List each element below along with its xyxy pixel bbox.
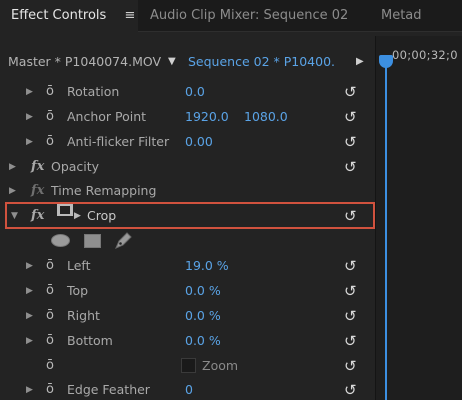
property-row-rotation: ▶ ō Rotation 0.0 ↺ xyxy=(0,80,375,104)
mask-dropdown-icon[interactable]: ▶ xyxy=(74,204,81,228)
panel-menu-icon[interactable]: ≡ xyxy=(124,0,135,32)
reset-parameter-icon[interactable]: ↺ xyxy=(344,354,357,378)
effect-label: Time Remapping xyxy=(51,183,157,198)
property-value[interactable]: 0.0 xyxy=(185,80,205,104)
expand-triangle-icon[interactable]: ▶ xyxy=(26,105,33,129)
effect-row-opacity: ▶ fx Opacity ↺ xyxy=(0,155,375,179)
effect-row-time-remapping: ▶ fx Time Remapping xyxy=(0,179,375,203)
property-label: Anchor Point xyxy=(67,109,147,124)
tab-effect-controls[interactable]: Effect Controls ≡ xyxy=(0,0,138,32)
stopwatch-icon[interactable]: ō xyxy=(46,378,54,400)
expand-triangle-icon[interactable]: ▶ xyxy=(26,304,33,328)
property-value[interactable]: 19.0 % xyxy=(185,254,229,278)
expand-triangle-icon[interactable]: ▶ xyxy=(26,378,33,400)
property-label: Anti-flicker Filter xyxy=(67,134,170,149)
property-label: Left xyxy=(67,258,91,273)
fx-toggle-icon[interactable]: fx xyxy=(31,179,44,203)
ellipse-mask-icon[interactable] xyxy=(51,234,70,247)
expand-triangle-icon[interactable]: ▶ xyxy=(26,329,33,353)
expand-triangle-icon[interactable]: ▶ xyxy=(26,130,33,154)
property-label: Edge Feather xyxy=(67,382,150,397)
collapse-triangle-icon[interactable]: ▼ xyxy=(11,204,18,228)
reset-parameter-icon[interactable]: ↺ xyxy=(344,130,357,154)
pen-mask-icon[interactable] xyxy=(113,231,133,251)
expand-triangle-icon[interactable]: ▶ xyxy=(26,279,33,303)
show-timeline-toggle-icon[interactable]: ▶ xyxy=(356,48,364,76)
effect-label: Crop xyxy=(87,208,117,223)
stopwatch-icon[interactable]: ō xyxy=(46,80,54,104)
reset-parameter-icon[interactable]: ↺ xyxy=(344,80,357,104)
reset-parameter-icon[interactable]: ↺ xyxy=(344,105,357,129)
stopwatch-icon[interactable]: ō xyxy=(46,279,54,303)
property-row-left: ▶ ō Left 19.0 % ↺ xyxy=(0,254,375,278)
stopwatch-icon[interactable]: ō xyxy=(46,304,54,328)
property-row-zoom: ō Zoom ↺ xyxy=(0,354,375,378)
property-row-top: ▶ ō Top 0.0 % ↺ xyxy=(0,279,375,303)
expand-triangle-icon[interactable]: ▶ xyxy=(26,80,33,104)
property-value[interactable]: 0.0 % xyxy=(185,279,221,303)
tab-audio-clip-mixer[interactable]: Audio Clip Mixer: Sequence 02 xyxy=(150,0,368,32)
reset-effect-icon[interactable]: ↺ xyxy=(344,204,357,228)
tab-metadata[interactable]: Metad xyxy=(381,0,462,32)
property-row-anchor-point: ▶ ō Anchor Point 1920.0 1080.0 ↺ xyxy=(0,105,375,129)
expand-triangle-icon[interactable]: ▶ xyxy=(9,155,16,179)
stopwatch-icon[interactable]: ō xyxy=(46,254,54,278)
fx-toggle-icon[interactable]: fx xyxy=(31,155,44,179)
stopwatch-icon[interactable]: ō xyxy=(46,329,54,353)
sequence-dropdown-icon[interactable]: ▼ xyxy=(168,48,176,76)
property-row-edge-feather: ▶ ō Edge Feather 0 ↺ xyxy=(0,378,375,400)
expand-triangle-icon[interactable]: ▶ xyxy=(26,254,33,278)
effect-row-crop: ▼ fx ▶ Crop ↺ xyxy=(0,204,375,228)
panel-tab-bar: Effect Controls ≡ Audio Clip Mixer: Sequ… xyxy=(0,0,462,32)
fx-toggle-icon[interactable]: fx xyxy=(31,204,44,228)
sequence-clip-label[interactable]: Sequence 02 * P10400... xyxy=(188,48,334,76)
reset-parameter-icon[interactable]: ↺ xyxy=(344,279,357,303)
rectangle-mask-icon[interactable] xyxy=(84,234,101,248)
reset-parameter-icon[interactable]: ↺ xyxy=(344,304,357,328)
property-value[interactable]: 0.0 % xyxy=(185,304,221,328)
property-label: Rotation xyxy=(67,84,120,99)
property-value[interactable]: 0.0 % xyxy=(185,329,221,353)
property-row-bottom: ▶ ō Bottom 0.0 % ↺ xyxy=(0,329,375,353)
master-clip-label[interactable]: Master * P1040074.MOV xyxy=(8,48,161,76)
property-row-anti-flicker: ▶ ō Anti-flicker Filter 0.00 ↺ xyxy=(0,130,375,154)
expand-triangle-icon[interactable]: ▶ xyxy=(9,179,16,203)
reset-effect-icon[interactable]: ↺ xyxy=(344,155,357,179)
property-label: Top xyxy=(67,283,89,298)
zoom-label: Zoom xyxy=(202,358,239,373)
tab-effect-controls-label: Effect Controls xyxy=(11,8,107,23)
mask-icon[interactable] xyxy=(57,204,73,216)
reset-parameter-icon[interactable]: ↺ xyxy=(344,378,357,400)
clip-header: Master * P1040074.MOV ▼ Sequence 02 * P1… xyxy=(0,48,372,76)
playhead-line[interactable] xyxy=(385,66,387,400)
anchor-x-value[interactable]: 1920.0 xyxy=(185,105,229,129)
stopwatch-icon[interactable]: ō xyxy=(46,354,54,378)
stopwatch-icon[interactable]: ō xyxy=(46,105,54,129)
timeline-timecode: 00;00;32;0 xyxy=(392,48,458,62)
mini-timeline[interactable] xyxy=(375,36,462,400)
property-label: Bottom xyxy=(67,333,113,348)
property-row-right: ▶ ō Right 0.0 % ↺ xyxy=(0,304,375,328)
stopwatch-icon[interactable]: ō xyxy=(46,130,54,154)
effect-label: Opacity xyxy=(51,159,100,174)
property-value[interactable]: 0 xyxy=(185,378,193,400)
anchor-y-value[interactable]: 1080.0 xyxy=(244,105,288,129)
reset-parameter-icon[interactable]: ↺ xyxy=(344,254,357,278)
property-label: Right xyxy=(67,308,100,323)
property-value[interactable]: 0.00 xyxy=(185,130,213,154)
reset-parameter-icon[interactable]: ↺ xyxy=(344,329,357,353)
